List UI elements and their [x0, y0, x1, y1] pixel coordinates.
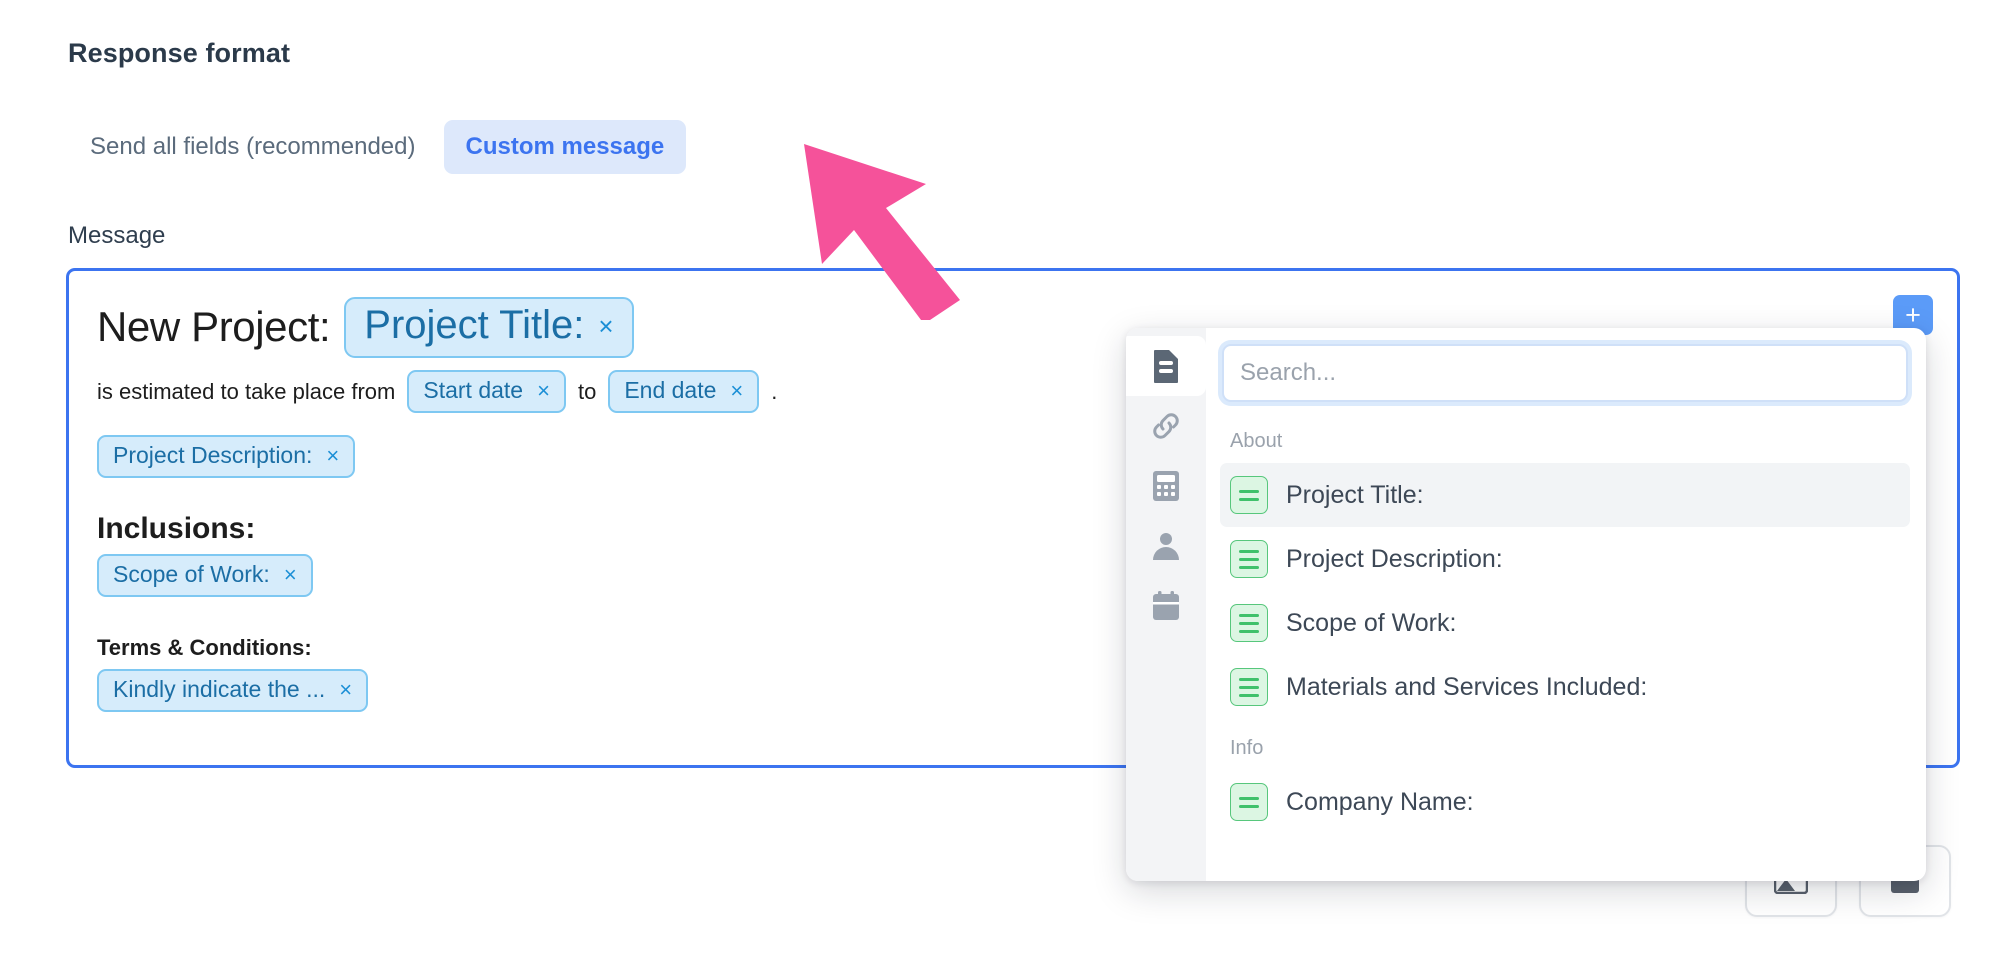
rail-item-calendar[interactable]	[1126, 576, 1206, 636]
chip-project-title[interactable]: Project Title: ×	[344, 297, 634, 358]
group-label-about: About	[1230, 430, 1283, 452]
rail-item-calculator[interactable]	[1126, 456, 1206, 516]
option-label: Project Title:	[1286, 480, 1424, 509]
chip-label: End date	[624, 377, 717, 403]
rail-item-link[interactable]	[1126, 396, 1206, 456]
group-label-info: Info	[1230, 737, 1264, 759]
option-label: Materials and Services Included:	[1286, 672, 1648, 701]
calendar-icon	[1153, 591, 1179, 620]
option-label: Company Name:	[1286, 787, 1474, 816]
chip-remove-icon[interactable]: ×	[730, 379, 743, 402]
message-field-label: Message	[68, 222, 166, 249]
option-materials-and-services-included[interactable]: Materials and Services Included:	[1220, 655, 1910, 719]
link-icon	[1153, 413, 1179, 439]
option-label: Project Description:	[1286, 544, 1503, 573]
chip-label: Kindly indicate the ...	[113, 676, 326, 702]
calculator-icon	[1153, 471, 1179, 501]
page-title: Response format	[68, 38, 291, 68]
chip-remove-icon[interactable]: ×	[284, 563, 297, 586]
field-type-icon	[1230, 540, 1268, 578]
chip-label: Project Title:	[364, 303, 585, 347]
field-picker-body: About Project Title: Project Description…	[1206, 328, 1926, 881]
rail-item-person[interactable]	[1126, 516, 1206, 576]
field-picker-search-wrap	[1220, 344, 1910, 406]
option-project-description[interactable]: Project Description:	[1220, 527, 1910, 591]
field-picker-dropdown[interactable]: About Project Title: Project Description…	[1126, 328, 1926, 881]
chip-terms[interactable]: Kindly indicate the ... ×	[97, 669, 369, 712]
chip-label: Start date	[423, 377, 524, 403]
field-type-icon	[1230, 476, 1268, 514]
toggle-custom-message[interactable]: Custom message	[443, 120, 687, 174]
chip-label: Scope of Work:	[113, 561, 270, 587]
chip-scope-of-work[interactable]: Scope of Work: ×	[97, 554, 313, 597]
dates-mid-text: to	[577, 378, 597, 404]
option-project-title[interactable]: Project Title:	[1220, 463, 1910, 527]
chip-end-date[interactable]: End date ×	[608, 370, 760, 413]
person-icon	[1153, 533, 1179, 560]
chip-project-description[interactable]: Project Description: ×	[97, 435, 356, 478]
field-picker-list: About Project Title: Project Description…	[1220, 424, 1910, 881]
dates-prefix-text: is estimated to take place from	[97, 378, 396, 404]
dates-suffix-text: .	[771, 378, 778, 404]
heading-text: New Project:	[97, 303, 331, 351]
option-company-name[interactable]: Company Name:	[1220, 770, 1910, 834]
chip-remove-icon[interactable]: ×	[339, 678, 352, 701]
plus-icon: +	[1905, 299, 1921, 330]
rail-item-document[interactable]	[1126, 336, 1206, 396]
option-scope-of-work[interactable]: Scope of Work:	[1220, 591, 1910, 655]
chip-remove-icon[interactable]: ×	[326, 444, 339, 467]
screen-root: Response format Send all fields (recomme…	[0, 0, 2000, 961]
field-picker-rail	[1126, 328, 1206, 881]
chip-remove-icon[interactable]: ×	[598, 313, 613, 339]
option-label: Scope of Work:	[1286, 608, 1457, 637]
response-format-toggle: Send all fields (recommended) Custom mes…	[68, 120, 687, 174]
toggle-send-all-fields[interactable]: Send all fields (recommended)	[68, 120, 438, 174]
search-input[interactable]	[1222, 344, 1908, 402]
field-type-icon	[1230, 668, 1268, 706]
field-type-icon	[1230, 604, 1268, 642]
document-icon	[1154, 350, 1178, 383]
chip-remove-icon[interactable]: ×	[537, 379, 550, 402]
chip-start-date[interactable]: Start date ×	[407, 370, 566, 413]
field-type-icon	[1230, 783, 1268, 821]
chip-label: Project Description:	[113, 442, 313, 468]
